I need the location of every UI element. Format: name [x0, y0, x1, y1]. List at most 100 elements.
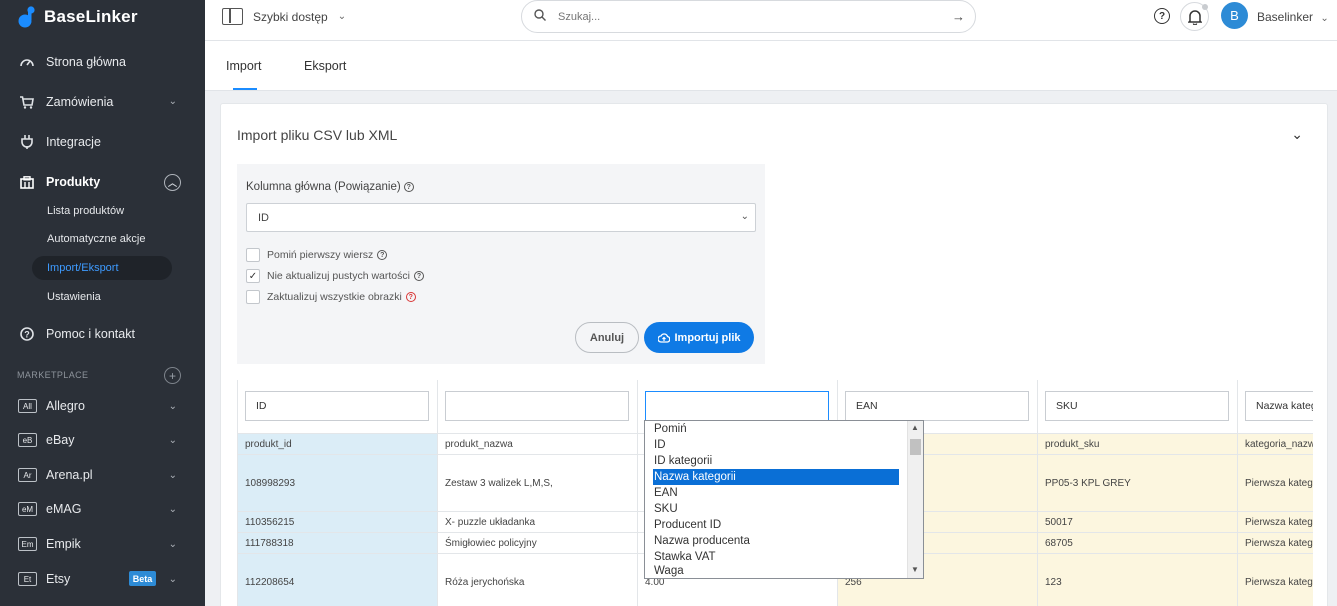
checkbox-skip-empty-values[interactable]: ✓: [246, 269, 260, 283]
sidebar-item-label: Produkty: [46, 175, 101, 189]
mapping-cell: Róża jerychońska: [438, 553, 638, 606]
add-marketplace-icon[interactable]: +: [164, 367, 181, 384]
mapping-cell: Pierwsza kategoria: [1238, 511, 1313, 532]
sidebar-subitem-import-export[interactable]: Import/Eksport: [32, 256, 172, 280]
mapping-cell: 50017: [1038, 511, 1238, 532]
bell-icon: [1187, 9, 1202, 25]
notifications-button[interactable]: [1180, 2, 1209, 31]
dropdown-option-selected[interactable]: Nazwa kategorii: [653, 469, 899, 485]
sidebar-item-integrations[interactable]: Integracje: [0, 128, 205, 156]
chevron-down-icon: ⌄: [168, 435, 177, 446]
sidebar-item-home[interactable]: Strona główna: [0, 48, 205, 76]
help-icon[interactable]: ?: [1154, 8, 1170, 24]
mapping-header-cell: produkt_sku: [1038, 433, 1238, 454]
dropdown-option[interactable]: Producent ID: [653, 517, 899, 533]
checkbox-skip-first-row[interactable]: [246, 248, 260, 262]
mapping-cell: Pierwsza kategoria: [1238, 553, 1313, 606]
collapse-chevron-icon[interactable]: ⌄: [1291, 126, 1303, 143]
mapping-select[interactable]: EAN: [845, 391, 1029, 421]
mapping-select[interactable]: ID: [245, 391, 429, 421]
dropdown-option[interactable]: ID: [653, 437, 899, 453]
tab-import[interactable]: Import: [226, 59, 261, 73]
dropdown-option[interactable]: ID kategorii: [653, 453, 899, 469]
dropdown-option[interactable]: Pomiń: [653, 421, 899, 437]
chevron-down-icon: ⌄: [168, 574, 177, 585]
marketplace-item-ebay[interactable]: eB eBay ⌄: [0, 427, 205, 453]
main-column-value: ID: [258, 211, 269, 224]
option-skip-first-row[interactable]: Pomiń pierwszy wiersz ?: [246, 248, 388, 262]
quick-access-menu[interactable]: Szybki dostęp ⌄: [222, 8, 346, 25]
user-menu[interactable]: Baselinker ⌄: [1257, 10, 1329, 24]
marketplace-badge: Em: [18, 537, 37, 551]
option-label: Pomiń pierwszy wiersz: [267, 249, 374, 261]
mapping-select-focused[interactable]: [645, 391, 829, 421]
arrow-right-icon[interactable]: →: [952, 9, 965, 24]
sidebar-item-label: Zamówienia: [46, 95, 114, 109]
marketplace-badge: eB: [18, 433, 37, 447]
dropdown-option[interactable]: EAN: [653, 485, 899, 501]
marketplace-item-empik[interactable]: Em Empik ⌄: [0, 531, 205, 557]
brand-logo[interactable]: BaseLinker: [18, 4, 138, 30]
scroll-thumb[interactable]: [910, 439, 921, 455]
marketplace-badge: Et: [18, 572, 37, 586]
option-skip-empty-values[interactable]: ✓ Nie aktualizuj pustych wartości ?: [246, 269, 424, 283]
chevron-down-icon: ⌄: [337, 11, 347, 22]
top-bar: Szybki dostęp ⌄ → ? B Baselinker ⌄: [205, 0, 1337, 41]
dropdown-option[interactable]: Stawka VAT: [653, 549, 899, 565]
tab-export[interactable]: Eksport: [304, 59, 346, 73]
marketplace-item-etsy[interactable]: Et Etsy Beta ⌄: [0, 566, 205, 592]
mapping-select[interactable]: [445, 391, 629, 421]
help-icon[interactable]: ?: [413, 271, 424, 281]
warning-help-icon[interactable]: ?: [405, 292, 416, 302]
marketplace-item-allegro[interactable]: All Allegro ⌄: [0, 393, 205, 419]
quick-access-label: Szybki dostęp: [253, 9, 328, 24]
marketplace-label: Allegro: [46, 399, 85, 413]
scroll-down-icon[interactable]: ▼: [911, 565, 919, 574]
dropdown-option[interactable]: SKU: [653, 501, 899, 517]
field-options-dropdown[interactable]: Pomiń ID ID kategorii Nazwa kategorii EA…: [644, 420, 924, 579]
sidebar-subitem-label: Ustawienia: [47, 291, 101, 303]
baselinker-logo-icon: [18, 6, 38, 28]
search-bar[interactable]: →: [521, 0, 976, 33]
scroll-up-icon[interactable]: ▲: [911, 423, 919, 432]
mapping-cell: 123: [1038, 553, 1238, 606]
mapping-cell: Pierwsza kategoria: [1238, 454, 1313, 511]
mapping-column: ID produkt_id 108998293 110356215 111788…: [237, 380, 438, 606]
sidebar-subitem-label: Import/Eksport: [47, 262, 119, 274]
user-name: Baselinker: [1257, 10, 1314, 24]
dropdown-option[interactable]: Nazwa producenta: [653, 533, 899, 549]
checkbox-update-images[interactable]: [246, 290, 260, 304]
mapping-cell: 112208654: [238, 553, 438, 606]
cancel-button[interactable]: Anuluj: [575, 322, 639, 353]
dropdown-scrollbar[interactable]: ▲ ▼: [907, 421, 923, 578]
chevron-up-icon[interactable]: ︿: [164, 174, 181, 191]
help-icon[interactable]: ?: [403, 182, 414, 192]
chevron-down-icon: ⌄: [740, 211, 749, 222]
help-icon: ?: [20, 327, 34, 341]
help-icon[interactable]: ?: [377, 250, 388, 260]
marketplace-item-arena[interactable]: Ar Arena.pl ⌄: [0, 462, 205, 488]
sidebar-item-products[interactable]: Produkty ︿: [0, 168, 205, 196]
sidebar-subitem-settings[interactable]: Ustawienia: [32, 285, 172, 309]
search-input[interactable]: [558, 10, 928, 23]
sidebar-subitem-product-list[interactable]: Lista produktów: [32, 199, 172, 223]
card-title: Import pliku CSV lub XML: [237, 127, 398, 143]
sidebar-item-orders[interactable]: Zamówienia ⌄: [0, 88, 205, 116]
sidebar: BaseLinker Strona główna Zamówienia ⌄ In…: [0, 0, 205, 606]
sidebar-subitem-automatic-actions[interactable]: Automatyczne akcje: [32, 227, 172, 251]
import-file-button[interactable]: Importuj plik: [644, 322, 754, 353]
mapping-cell: Pierwsza kategoria: [1238, 532, 1313, 553]
sidebar-toggle-icon[interactable]: [222, 8, 243, 25]
mapping-select[interactable]: SKU: [1045, 391, 1229, 421]
marketplace-item-emag[interactable]: eM eMAG ⌄: [0, 496, 205, 522]
beta-badge: Beta: [129, 571, 156, 586]
marketplace-label: eMAG: [46, 502, 82, 516]
marketplace-label: eBay: [46, 433, 75, 447]
option-update-images[interactable]: Zaktualizuj wszystkie obrazki ?: [246, 290, 416, 304]
mapping-select[interactable]: Nazwa kategorii: [1245, 391, 1313, 421]
dropdown-option[interactable]: Waga: [653, 565, 899, 578]
sidebar-item-label: Integracje: [46, 135, 101, 149]
main-column-select[interactable]: ID ⌄: [246, 203, 756, 232]
avatar[interactable]: B: [1221, 2, 1248, 29]
sidebar-item-help[interactable]: ? Pomoc i kontakt: [0, 320, 205, 348]
